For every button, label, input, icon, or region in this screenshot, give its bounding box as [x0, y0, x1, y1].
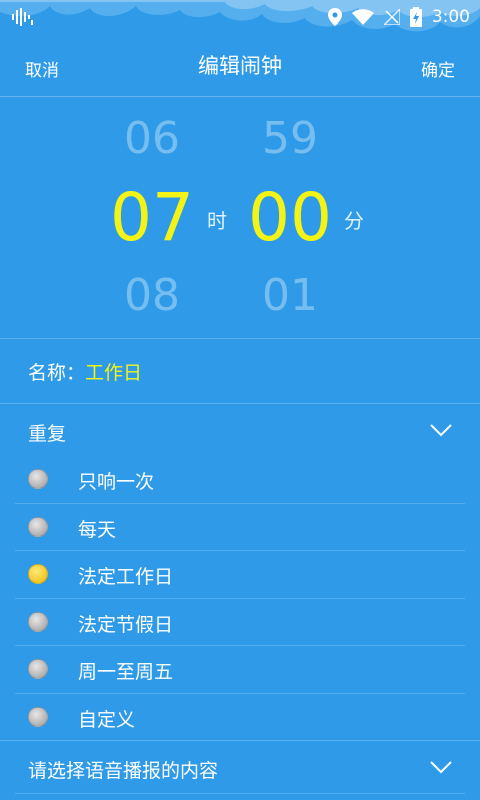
minute-picker[interactable]: 59	[235, 113, 345, 164]
alarm-name-label: 名称：	[28, 362, 86, 384]
voice-content-title[interactable]: 请选择语音播报的内容	[28, 756, 218, 783]
alarm-name-row[interactable]: 名称：工作日	[28, 358, 142, 385]
hour-next[interactable]: 08	[97, 270, 207, 321]
repeat-option-label: 只响一次	[78, 471, 155, 493]
repeat-option-label: 法定节假日	[78, 613, 174, 636]
minute-prev[interactable]: 59	[235, 113, 345, 164]
repeat-option[interactable]: 自定义	[15, 694, 465, 741]
wifi-icon	[351, 9, 374, 25]
hour-prev[interactable]: 06	[97, 113, 207, 164]
radio-unselected-icon[interactable]	[28, 611, 48, 632]
battery-charging-icon	[409, 7, 422, 27]
radio-unselected-icon[interactable]	[28, 469, 48, 489]
header: 取消 编辑闹钟 确定	[0, 34, 480, 97]
radio-selected-icon[interactable]	[28, 564, 48, 584]
chevron-down-icon[interactable]	[430, 423, 452, 437]
minute-next[interactable]: 01	[235, 270, 345, 321]
repeat-option[interactable]: 法定工作日	[15, 551, 465, 598]
status-time: 3:00	[431, 7, 470, 27]
chevron-down-icon[interactable]	[430, 760, 452, 774]
hour-selected[interactable]: 07	[97, 179, 207, 256]
status-icons: 3:00	[327, 5, 470, 29]
repeat-option-label: 自定义	[78, 708, 136, 731]
time-picker: 06 07 08 时 59 00 01 分	[0, 97, 480, 338]
repeat-option[interactable]: 只响一次	[15, 456, 465, 503]
no-signal-icon	[383, 9, 400, 25]
repeat-option-label: 法定工作日	[78, 566, 174, 588]
radio-unselected-icon[interactable]	[28, 706, 48, 727]
repeat-option[interactable]: 每天	[15, 504, 465, 551]
page-title: 编辑闹钟	[198, 54, 282, 78]
status-bar: 3:00	[0, 0, 480, 34]
hour-unit: 时	[207, 209, 227, 233]
divider	[0, 740, 480, 741]
repeat-option-label: 周一至周五	[78, 661, 174, 683]
radio-unselected-icon[interactable]	[28, 516, 48, 537]
repeat-option[interactable]: 法定节假日	[15, 599, 465, 646]
hour-picker[interactable]: 06	[97, 113, 207, 164]
location-icon	[327, 8, 342, 26]
alarm-name-value[interactable]: 工作日	[85, 362, 142, 384]
divider	[0, 403, 480, 404]
minute-unit: 分	[344, 209, 364, 233]
divider	[0, 338, 480, 339]
divider	[15, 793, 465, 794]
repeat-option-label: 每天	[78, 518, 117, 541]
radio-unselected-icon[interactable]	[28, 659, 48, 679]
repeat-title: 重复	[28, 423, 67, 445]
repeat-option[interactable]: 周一至周五	[15, 646, 465, 693]
confirm-button[interactable]: 确定	[421, 56, 455, 81]
audio-wave-icon	[12, 8, 34, 30]
minute-selected[interactable]: 00	[235, 179, 345, 256]
